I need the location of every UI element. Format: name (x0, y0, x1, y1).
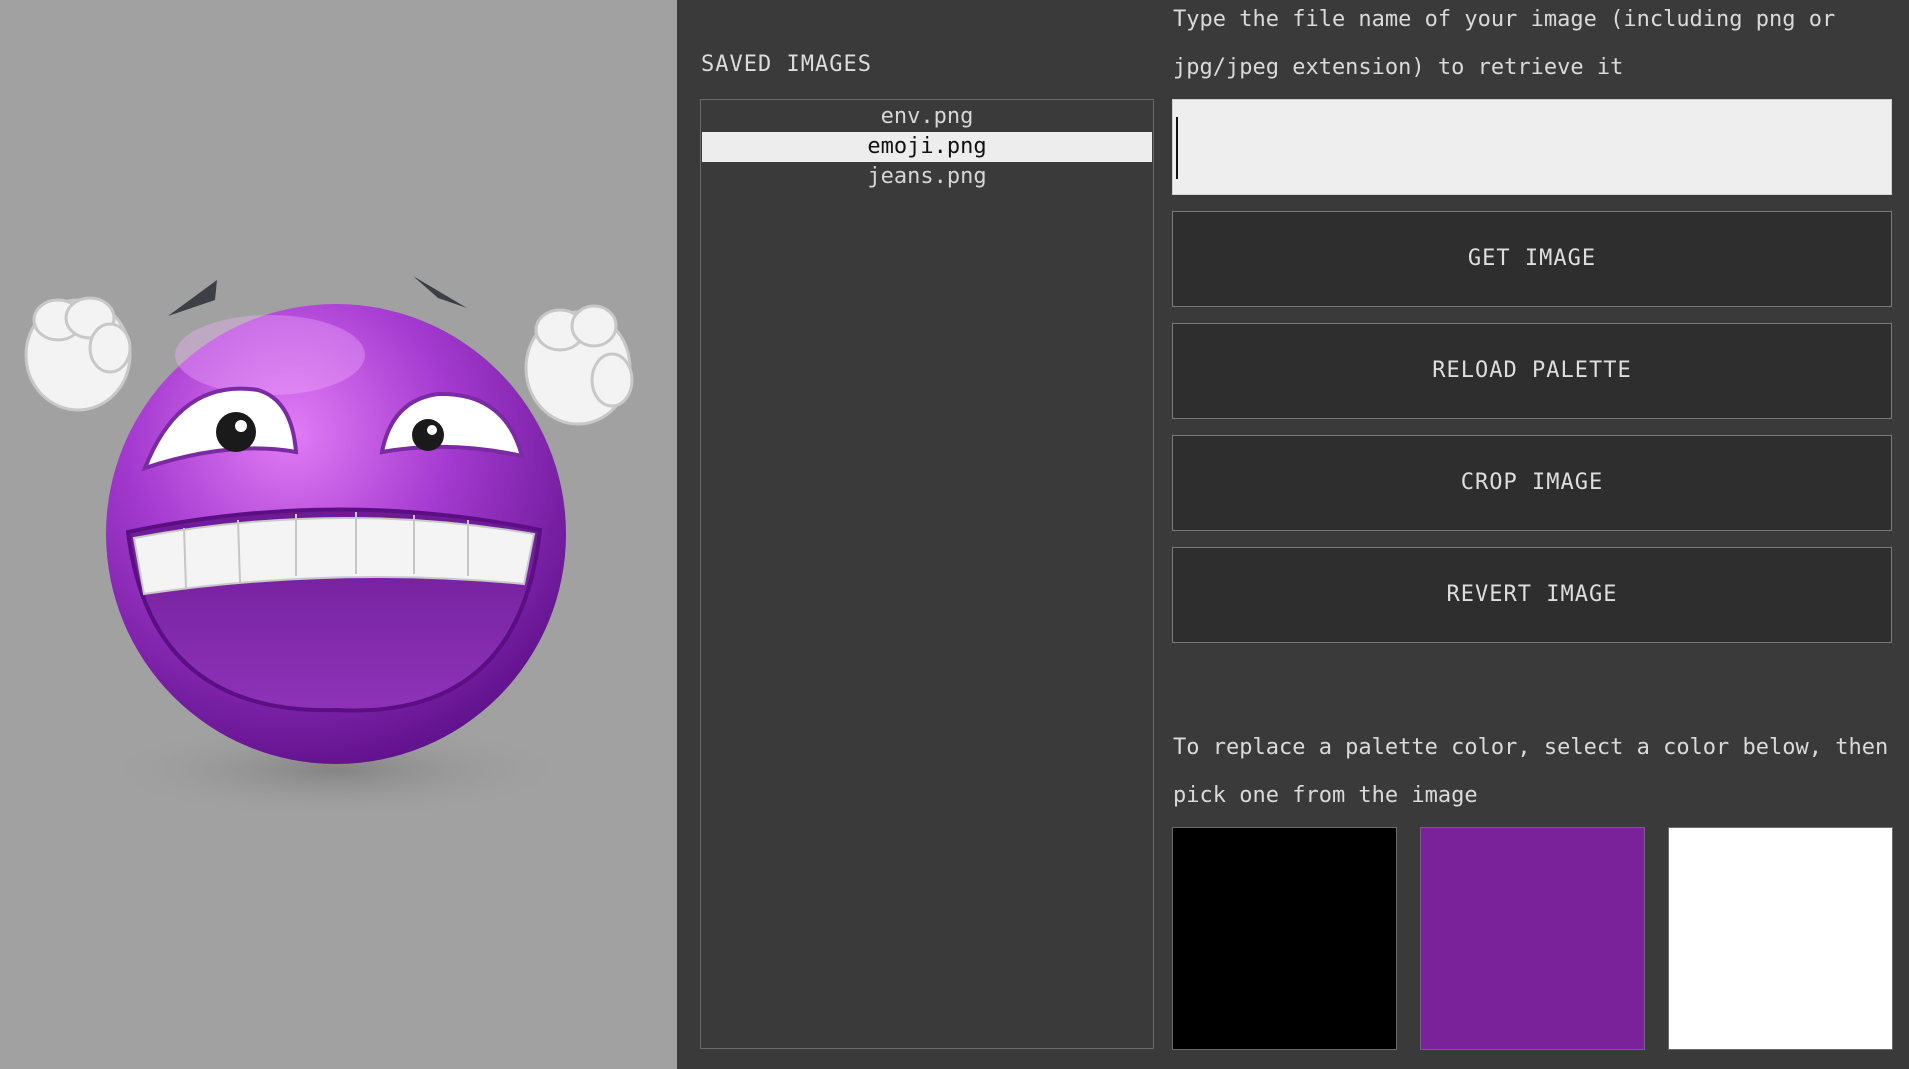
saved-image-item[interactable]: jeans.png (702, 162, 1152, 192)
retrieve-instruction-line2: jpg/jpeg extension) to retrieve it (1173, 55, 1624, 80)
retrieve-instruction-line1: Type the file name of your image (includ… (1173, 7, 1836, 32)
loaded-image[interactable] (0, 0, 677, 1069)
palette-swatch[interactable] (1668, 827, 1893, 1050)
filename-input[interactable] (1172, 99, 1892, 195)
get-image-button[interactable]: GET IMAGE (1172, 211, 1892, 307)
palette-swatch[interactable] (1420, 827, 1645, 1050)
saved-image-item-selected[interactable]: emoji.png (702, 132, 1152, 162)
palette-instruction-line2: pick one from the image (1173, 783, 1478, 808)
palette-instruction-line1: To replace a palette color, select a col… (1173, 735, 1889, 760)
revert-image-button[interactable]: REVERT IMAGE (1172, 547, 1892, 643)
reload-palette-button[interactable]: RELOAD PALETTE (1172, 323, 1892, 419)
palette-swatch[interactable] (1172, 827, 1397, 1050)
crop-image-button[interactable]: CROP IMAGE (1172, 435, 1892, 531)
saved-image-item[interactable]: env.png (702, 102, 1152, 132)
saved-images-list[interactable]: env.png emoji.png jeans.png (700, 99, 1154, 1049)
image-canvas[interactable] (0, 0, 677, 1069)
saved-images-title: SAVED IMAGES (701, 52, 872, 77)
text-caret (1176, 117, 1178, 179)
